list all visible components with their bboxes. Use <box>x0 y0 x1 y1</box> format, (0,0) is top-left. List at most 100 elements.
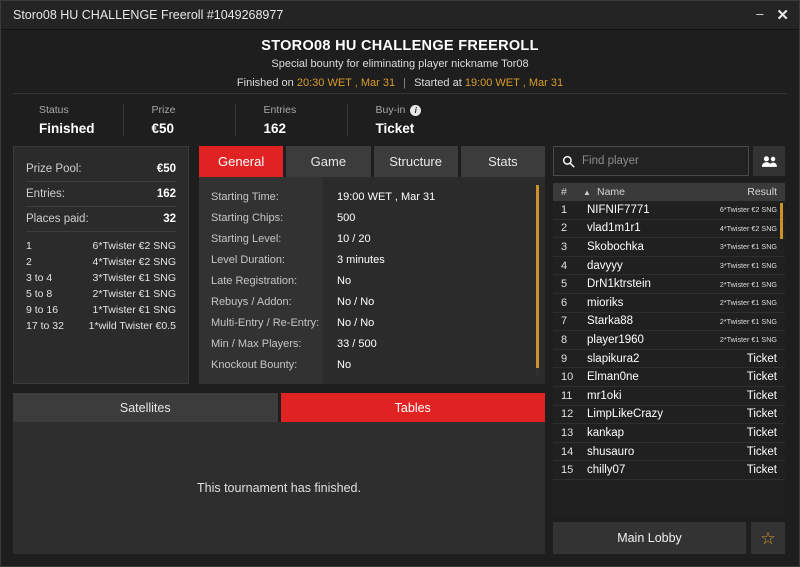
status-item-buyin: Buy-in i Ticket <box>376 104 460 136</box>
upper-row: Prize Pool: €50 Entries: 162 Places paid… <box>13 146 545 384</box>
row-player-name: mioriks <box>587 296 624 309</box>
favourite-button[interactable]: ☆ <box>751 522 785 554</box>
players-filter-button[interactable] <box>753 146 785 176</box>
table-row[interactable]: 12 LimpLikeCrazy Ticket <box>553 406 785 425</box>
table-row[interactable]: 13 kankap Ticket <box>553 424 785 443</box>
table-row[interactable]: 1 NIFNIF7771 6*Twister €2 SNG <box>553 201 785 220</box>
general-panel-scrollbar[interactable] <box>536 185 539 376</box>
info-icon[interactable]: i <box>410 104 422 116</box>
table-row[interactable]: 6 mioriks 2*Twister €1 SNG <box>553 294 785 313</box>
row-result: 3*Twister €1 SNG <box>719 261 777 271</box>
buyin-value: Ticket <box>375 121 415 136</box>
table-row[interactable]: 10 Elman0ne Ticket <box>553 368 785 387</box>
row-result: 2*Twister €1 SNG <box>719 279 777 289</box>
row-result: 3*Twister €1 SNG <box>719 242 777 252</box>
row-rank: 15 <box>561 464 574 477</box>
row-result: Ticket <box>746 352 777 365</box>
payout-item: 17 to 32 1*wild Twister €0.5 <box>26 320 176 332</box>
payout-rank: 17 to 32 <box>26 320 64 332</box>
payout-prize: 3*Twister €1 SNG <box>92 272 176 284</box>
places-paid-row: Places paid: 32 <box>26 207 176 232</box>
tournament-header: STORO08 HU CHALLENGE FREEROLL Special bo… <box>1 30 799 93</box>
star-icon: ☆ <box>760 528 776 548</box>
lower-tabs: Satellites Tables <box>13 393 545 422</box>
minimize-icon[interactable]: – <box>756 7 763 20</box>
finished-time: 20:30 WET , Mar 31 <box>296 77 396 89</box>
entries-row-value: 162 <box>156 188 176 200</box>
row-player-name: DrN1ktrstein <box>587 278 651 291</box>
starting-time-value: 19:00 WET , Mar 31 <box>337 191 436 203</box>
tab-stats[interactable]: Stats <box>460 146 545 177</box>
column-header-name[interactable]: Name <box>597 186 747 198</box>
tab-game[interactable]: Game <box>286 146 371 177</box>
row-player-name: Starka88 <box>587 315 634 328</box>
tab-structure[interactable]: Structure <box>373 146 458 177</box>
left-column: Prize Pool: €50 Entries: 162 Places paid… <box>13 146 545 554</box>
main-lobby-button[interactable]: Main Lobby <box>553 522 746 554</box>
tables-empty-message: This tournament has finished. <box>197 481 361 495</box>
prize-pool-panel: Prize Pool: €50 Entries: 162 Places paid… <box>13 146 189 384</box>
row-result: Ticket <box>746 371 777 384</box>
tab-general[interactable]: General <box>199 146 284 177</box>
table-row[interactable]: 8 player1960 2*Twister €1 SNG <box>553 331 785 350</box>
table-row[interactable]: 2 vlad1m1r1 4*Twister €2 SNG <box>553 220 785 239</box>
row-rank: 14 <box>561 445 574 458</box>
status-item-entries: Entries 162 <box>264 104 348 136</box>
row-rank: 6 <box>561 296 568 309</box>
payout-rank: 1 <box>26 240 32 252</box>
column-header-num[interactable]: # <box>561 186 583 198</box>
payout-item: 1 6*Twister €2 SNG <box>26 240 176 252</box>
payout-item: 3 to 4 3*Twister €1 SNG <box>26 272 176 284</box>
level-duration-value: 3 minutes <box>337 254 385 266</box>
starting-chips-label: Starting Chips: <box>211 212 284 224</box>
payout-item: 5 to 8 2*Twister €1 SNG <box>26 288 176 300</box>
entries-row-label: Entries: <box>26 188 65 200</box>
tab-tables[interactable]: Tables <box>280 393 545 422</box>
table-row[interactable]: 3 Skobochka 3*Twister €1 SNG <box>553 238 785 257</box>
row-result: 4*Twister €2 SNG <box>719 223 777 233</box>
status-value: Finished <box>39 121 95 136</box>
table-row[interactable]: 9 slapikura2 Ticket <box>553 350 785 369</box>
row-rank: 1 <box>561 203 568 216</box>
rebuys-addon-value: No / No <box>337 296 375 308</box>
search-input[interactable] <box>582 155 740 167</box>
multi-entry-value: No / No <box>337 317 375 329</box>
payout-item: 9 to 16 1*Twister €1 SNG <box>26 304 176 316</box>
payout-rank: 9 to 16 <box>26 304 59 316</box>
tab-satellites[interactable]: Satellites <box>13 393 278 422</box>
prize-pool-label: Prize Pool: <box>26 163 82 175</box>
prize-value: €50 <box>151 121 175 136</box>
table-row[interactable]: 15 chilly07 Ticket <box>553 461 785 480</box>
starting-level-label: Starting Level: <box>211 233 282 245</box>
table-row[interactable]: 14 shusauro Ticket <box>553 443 785 462</box>
row-player-name: Elman0ne <box>587 371 639 384</box>
table-row[interactable]: 11 mr1oki Ticket <box>553 387 785 406</box>
row-result: Ticket <box>746 464 777 477</box>
payout-prize: 1*wild Twister €0.5 <box>88 320 176 332</box>
payout-prize: 4*Twister €2 SNG <box>92 256 176 268</box>
main-body: Prize Pool: €50 Entries: 162 Places paid… <box>1 146 799 566</box>
min-max-players-label: Min / Max Players: <box>211 338 302 350</box>
prize-pool-row: Prize Pool: €50 <box>26 157 176 182</box>
finished-label: Finished on <box>236 77 294 89</box>
entries-label: Entries <box>263 104 297 116</box>
footer-actions: Main Lobby ☆ <box>553 522 785 554</box>
table-row[interactable]: 4 davyyy 3*Twister €1 SNG <box>553 257 785 276</box>
row-rank: 3 <box>561 240 568 253</box>
search-box[interactable] <box>553 146 749 176</box>
payout-prize: 1*Twister €1 SNG <box>92 304 176 316</box>
table-row[interactable]: 7 Starka88 2*Twister €1 SNG <box>553 313 785 332</box>
row-rank: 5 <box>561 278 568 291</box>
column-header-result[interactable]: Result <box>747 186 777 198</box>
info-tabs: General Game Structure Stats <box>199 146 545 177</box>
row-result: Ticket <box>746 426 777 439</box>
scrollbar-thumb[interactable] <box>536 185 539 369</box>
scrollbar-thumb[interactable] <box>780 203 783 239</box>
started-label: Started at <box>414 77 462 89</box>
close-icon[interactable]: ✕ <box>776 8 789 23</box>
table-row[interactable]: 5 DrN1ktrstein 2*Twister €1 SNG <box>553 275 785 294</box>
payout-rank: 3 to 4 <box>26 272 53 284</box>
window-title: Storo08 HU CHALLENGE Freeroll #104926897… <box>13 8 284 22</box>
sort-ascending-icon[interactable]: ▲ <box>583 188 597 197</box>
player-list-scrollbar[interactable] <box>780 203 783 515</box>
